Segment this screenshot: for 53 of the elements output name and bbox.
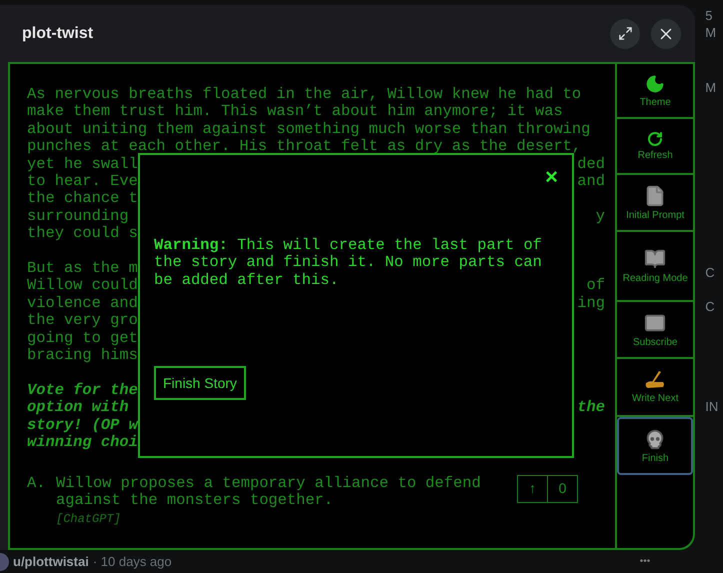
story-text: make them trust him. This wasn’t about him anymore; it was [27, 103, 563, 121]
book-icon [644, 248, 666, 270]
story-text: punches at each other. His throat felt as dry as the desert, [27, 138, 582, 156]
story-text: As nervous breaths floated in the air, Willow knew he had to [27, 86, 582, 104]
option-text: Willow proposes a temporary alliance to defend [56, 474, 482, 492]
background-text: M [705, 25, 718, 40]
story-text: they could s [27, 225, 138, 243]
background-text: M [705, 80, 718, 95]
background-text: C [705, 265, 716, 280]
story-text: to hear. Eve [27, 173, 138, 190]
finish-story-button[interactable]: Finish Story [154, 366, 246, 400]
window-title: plot-twist [22, 24, 94, 42]
story-text: Willow could [27, 277, 138, 295]
story-text: the chance t [27, 190, 138, 208]
story-text: option with [27, 399, 129, 417]
story-text: ing [577, 294, 605, 312]
story-text: about uniting them against something much worse than throwing [27, 120, 590, 138]
moon-icon [645, 74, 666, 94]
close-button[interactable]: × [545, 167, 558, 187]
vote-control[interactable]: ↑ 0 [517, 474, 578, 502]
background-text: IN [705, 399, 720, 414]
story-text: But as the m [27, 260, 138, 278]
background-text: 5 [705, 8, 714, 23]
story-text: violence and [27, 294, 138, 312]
story-text: yet he swall [27, 156, 138, 174]
option-text: against the monsters together. [56, 492, 334, 510]
sidebar-button[interactable]: Finish [617, 417, 694, 475]
story-text: surrounding [27, 208, 129, 226]
expand-button[interactable] [610, 18, 640, 48]
story-text: y [596, 208, 605, 226]
post-time: · 10 days ago [92, 554, 173, 569]
story-text: of [586, 277, 605, 295]
avatar [0, 552, 9, 570]
upvote-arrow[interactable]: ↑ [518, 476, 547, 502]
option-source: [ChatGPT] [56, 511, 122, 528]
vote-count: 0 [547, 476, 577, 502]
story-text: ded [577, 156, 605, 174]
story-text: Vote for the [27, 382, 138, 400]
refresh-icon [647, 131, 664, 147]
story-text: and [577, 173, 605, 190]
option-letter: A. [27, 474, 46, 492]
story-text: bracing hims [27, 347, 138, 364]
story-text: winning choi [27, 434, 138, 452]
author-name[interactable]: u/plottwistai [13, 554, 89, 569]
close-button[interactable] [651, 18, 682, 48]
warning-message: Warning: This will create the last part of the story and finish it. No more parts can be added after this. [154, 237, 543, 290]
more-button[interactable]: ••• [640, 556, 650, 567]
story-text: story! (OP w [27, 416, 138, 434]
expand-icon [618, 26, 633, 41]
story-text: going to get [27, 330, 138, 348]
story-text: the very gro [27, 312, 138, 330]
background-text: C [705, 299, 716, 314]
story-text: the [577, 399, 605, 417]
